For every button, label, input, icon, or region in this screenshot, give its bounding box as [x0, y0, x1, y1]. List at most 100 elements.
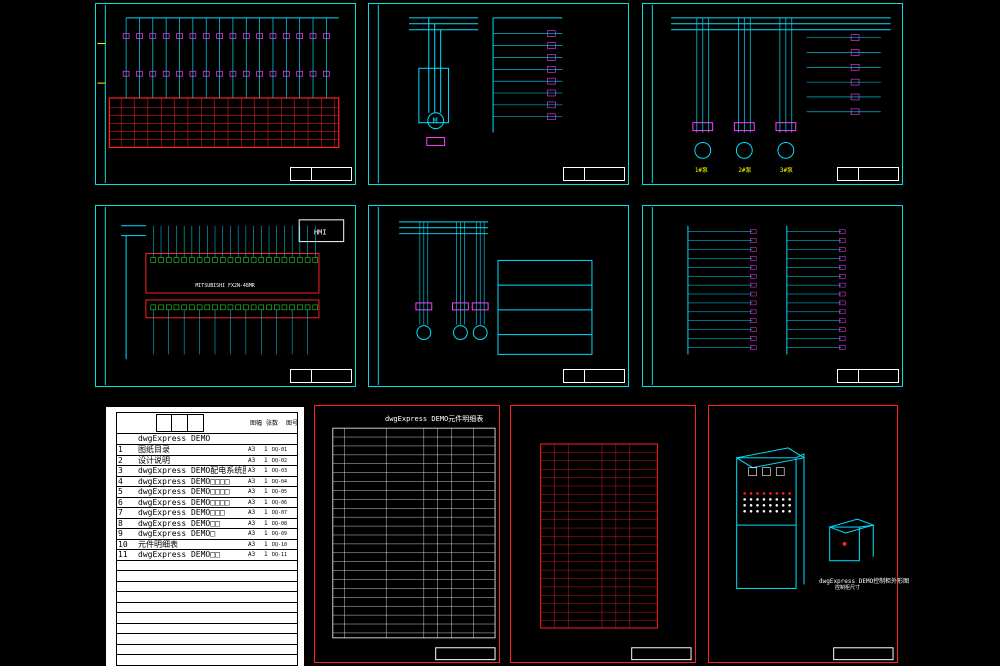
title-block: [837, 369, 899, 383]
drawing-list-size: A3: [248, 498, 256, 506]
drawing-list-no: 2: [118, 455, 123, 465]
parts-list-title: dwgExpress DEMO元件明细表: [385, 415, 484, 423]
drawing-list-code: DQ-10: [272, 541, 288, 548]
title-block: [290, 369, 352, 383]
drawing-list-row: 8 dwgExpress DEMO□□ A3 1 DQ-08: [116, 518, 298, 529]
drawing-list-code: DQ-09: [272, 531, 288, 537]
drawing-list-name: dwgExpress DEMO□□□□: [138, 487, 230, 496]
drawing-list-title: dwgExpress DEMO: [138, 434, 211, 443]
title-block: [837, 167, 899, 181]
motor2-label: 2#泵: [738, 167, 751, 174]
drawing-list-size: A3: [248, 488, 256, 495]
motor1-label: 1#泵: [695, 167, 708, 174]
drawing-list-empty-row: [116, 561, 298, 571]
drawing-list-empty-row: [116, 624, 298, 634]
drawing-list-count: 1: [264, 477, 268, 485]
drawing-list-empty-row: [116, 613, 298, 624]
drawing-list-code: DQ-04: [272, 478, 288, 485]
drawing-list-code: DQ-03: [272, 468, 288, 474]
drawing-list-row: 9 dwgExpress DEMO□ A3 1 DQ-09: [116, 529, 298, 540]
drawing-list-code: DQ-05: [272, 489, 288, 495]
drawing-list-name: 元件明细表: [138, 539, 178, 549]
drawing-list-no: 3: [118, 466, 123, 475]
drawing-list-count: 1: [264, 540, 268, 548]
drawing-list-code: DQ-08: [272, 520, 288, 527]
drawing-list-size: A3: [248, 551, 256, 558]
drawing-list-row: 5 dwgExpress DEMO□□□□ A3 1 DQ-05: [116, 487, 298, 498]
drawing-list-sheet: 图幅 张数 图号 dwgExpress DEMO 1 图纸目录 A3 1 DQ-01 2 设…: [106, 407, 304, 666]
drawing-list-code: DQ-01: [272, 447, 288, 453]
drawing-list-count: 1: [264, 467, 268, 474]
drawing-list-count: 1: [264, 530, 268, 537]
drawing-list-size: A3: [248, 509, 256, 516]
drawing-list-count: 1: [264, 509, 268, 516]
drawing-list-size: A3: [248, 540, 256, 548]
svg-text:M: M: [433, 117, 438, 126]
drawing-list-empty-row: [116, 571, 298, 582]
drawing-list-name: dwgExpress DEMO□□: [138, 550, 220, 559]
drawing-list-count: 1: [264, 551, 268, 558]
hmi-label: HMI: [314, 229, 326, 237]
drawing-list-empty-row: [116, 655, 298, 666]
drawing-list-row: 6 dwgExpress DEMO□□□□ A3 1 DQ-06: [116, 497, 298, 508]
drawing-list-size: A3: [248, 446, 256, 453]
col-count-header: 张数: [266, 420, 279, 427]
drawing-list-header: 图幅 张数 图号: [116, 412, 298, 434]
drawing-list-name: dwgExpress DEMO□: [138, 529, 216, 538]
drawing-list-count: 1: [264, 488, 268, 495]
drawing-list-size: A3: [248, 456, 256, 464]
drawing-list-count: 1: [264, 456, 268, 464]
drawing-list-size: A3: [248, 519, 256, 527]
drawing-list-empty-row: [116, 634, 298, 645]
drawing-list-no: 4: [118, 476, 123, 486]
drawing-list-code: DQ-11: [272, 552, 288, 558]
drawing-list-logo: [156, 414, 204, 432]
sheet-three-motors: 1#泵 2#泵 3#泵: [642, 3, 903, 185]
motor3-label: 3#泵: [780, 167, 793, 174]
drawing-list-row: 7 dwgExpress DEMO□□□ A3 1 DQ-07: [116, 508, 298, 519]
drawing-list-code: DQ-06: [272, 499, 288, 506]
drawing-list-row: 1 图纸目录 A3 1 DQ-01: [116, 445, 298, 456]
sheet-cabinet-outline: dwgExpress DEMO控制柜外形图 控制柜尺寸: [708, 405, 909, 663]
drawing-list-name: dwgExpress DEMO□□: [138, 518, 220, 528]
sheet-motor-control-1: M: [368, 3, 629, 185]
drawing-list-empty-row: [116, 592, 298, 603]
drawing-list-row: 11 dwgExpress DEMO□□ A3 1 DQ-11: [116, 550, 298, 561]
drawing-list-name: dwgExpress DEMO□□□□: [138, 476, 230, 486]
drawing-list-empty-row: [116, 603, 298, 613]
drawing-list-no: 1: [118, 445, 123, 454]
sheet-io-list: [642, 205, 903, 387]
drawing-list-title-row: dwgExpress DEMO: [116, 434, 298, 445]
drawing-list-name: dwgExpress DEMO□□□□: [138, 497, 230, 507]
drawing-list-row: 3 dwgExpress DEMO配电系统图 A3 1 DQ-03: [116, 466, 298, 477]
drawing-list-no: 11: [118, 550, 128, 559]
drawing-list-size: A3: [248, 467, 256, 474]
drawing-list-name: dwgExpress DEMO□□□: [138, 508, 225, 517]
title-block: [290, 167, 352, 181]
drawing-list-empty-row: [116, 645, 298, 655]
drawing-list-row: 2 设计说明 A3 1 DQ-02: [116, 455, 298, 466]
drawing-list-no: 8: [118, 518, 123, 528]
drawing-list-no: 5: [118, 487, 123, 496]
drawing-list-name: 设计说明: [138, 455, 170, 465]
drawing-list-no: 6: [118, 497, 123, 507]
sheet-parts-list: dwgExpress DEMO元件明细表: [314, 405, 500, 663]
title-block: [563, 369, 625, 383]
drawing-list-no: 10: [118, 539, 128, 549]
col-size-header: 图幅: [250, 420, 263, 427]
col-code-header: 图号: [286, 420, 299, 427]
sheet-plc-wiring: HMI MITSUBISHI FX2N-48MR: [95, 205, 356, 387]
sheet-terminal-table: [510, 405, 696, 663]
drawing-list-count: 1: [264, 498, 268, 506]
sheet-distribution-system: [95, 3, 356, 185]
drawing-list-code: DQ-07: [272, 510, 288, 516]
drawing-list-size: A3: [248, 530, 256, 537]
sheet-motor-control-2: [368, 205, 629, 387]
title-block: [563, 167, 625, 181]
drawing-list-row: 10 元件明细表 A3 1 DQ-10: [116, 539, 298, 550]
drawing-list-empty-row: [116, 582, 298, 592]
drawing-list-no: 9: [118, 529, 123, 538]
drawing-list-name: dwgExpress DEMO配电系统图: [138, 466, 246, 475]
drawing-list-row: 4 dwgExpress DEMO□□□□ A3 1 DQ-04: [116, 476, 298, 487]
cabinet-caption: dwgExpress DEMO控制柜外形图: [819, 578, 910, 585]
